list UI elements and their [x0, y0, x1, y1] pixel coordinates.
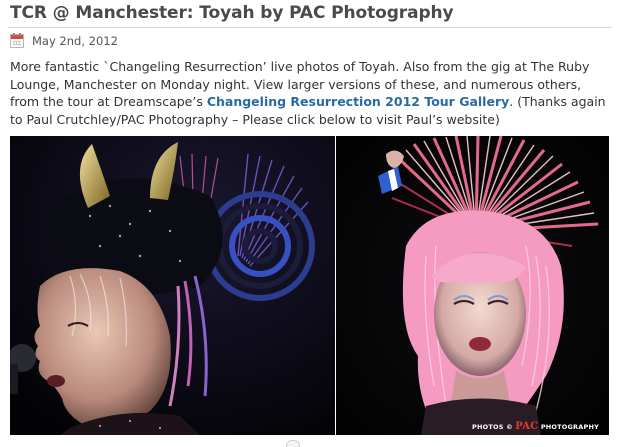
watermark-suffix: PHOTOGRAPHY [540, 423, 599, 431]
photo-toyah-profile[interactable] [10, 136, 335, 435]
photo-toyah-pink-headdress-image [336, 136, 609, 435]
tour-gallery-link[interactable]: Changeling Resurrection 2012 Tour Galler… [207, 94, 509, 109]
calendar-icon [10, 33, 24, 48]
watermark-pac-logo: PAC [515, 421, 539, 432]
photo-toyah-profile-image [10, 136, 335, 435]
scroll-indicator [286, 440, 300, 447]
post-title[interactable]: TCR @ Manchester: Toyah by PAC Photograp… [10, 3, 454, 23]
post-body: More fantastic `Changeling Resurrection’… [10, 58, 613, 128]
watermark-prefix: PHOTOS © [472, 423, 513, 431]
photo-watermark: PHOTOS © PAC PHOTOGRAPHY [472, 421, 599, 432]
title-divider [8, 27, 612, 28]
post-meta: May 2nd, 2012 [10, 33, 118, 49]
photo-toyah-pink-headdress[interactable]: PHOTOS © PAC PHOTOGRAPHY [336, 136, 609, 435]
post-date: May 2nd, 2012 [32, 34, 118, 48]
